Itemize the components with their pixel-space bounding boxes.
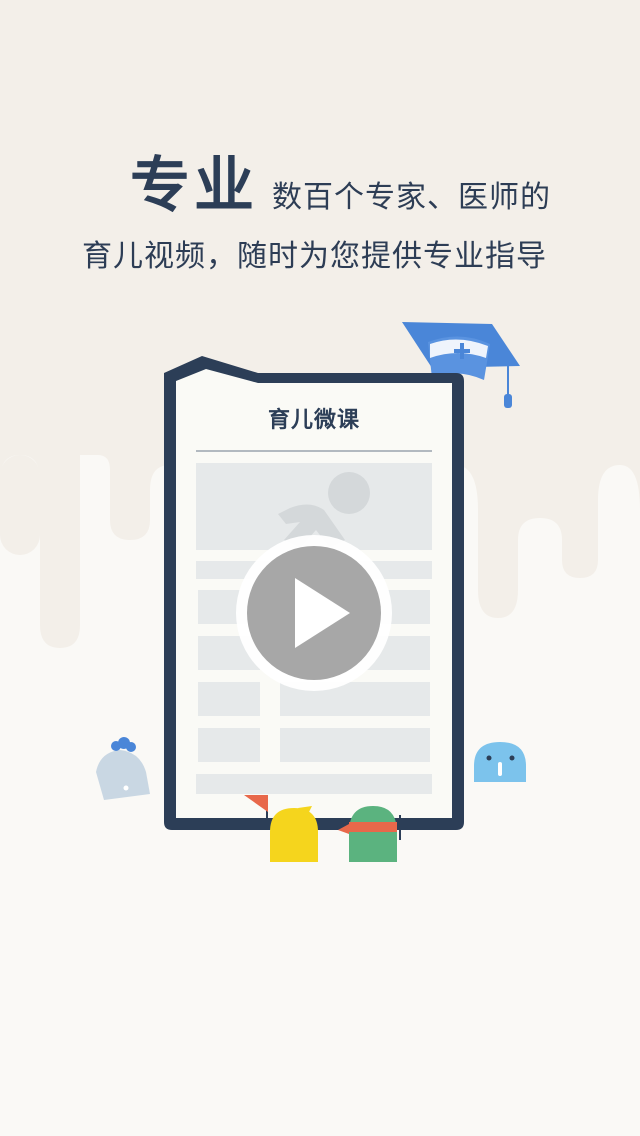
headline-tagline: 数百个专家、医师的 [272,180,551,215]
left-character [96,737,150,800]
headline-block: 专业 数百个专家、医师的 育儿视频，随时为您提供专业指导 [0,140,640,290]
card-title: 育儿微课 [267,408,360,433]
headline-subline: 育儿视频，随时为您提供专业指导 [82,239,547,274]
headline-title: 专业 [130,151,258,221]
splash-page: 专业 数百个专家、医师的 育儿视频，随时为您提供专业指导 育儿微课 [0,0,640,1136]
yellow-character [270,806,318,862]
illustration [96,322,526,862]
play-icon[interactable] [236,535,392,691]
right-character [474,742,526,782]
